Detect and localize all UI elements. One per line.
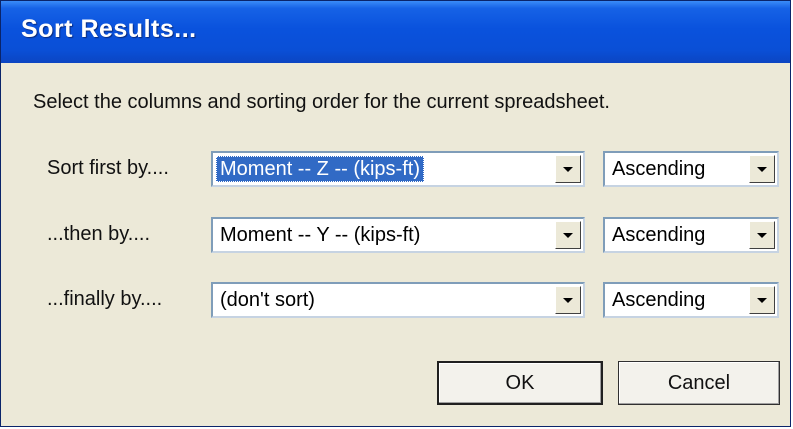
sort-first-order-select[interactable]: Ascending (603, 151, 779, 187)
finally-by-label: ...finally by.... (47, 288, 163, 310)
ok-button[interactable]: OK (437, 361, 603, 405)
sort-first-column-select[interactable]: Moment -- Z -- (kips-ft) (211, 151, 585, 187)
then-by-column-select[interactable]: Moment -- Y -- (kips-ft) (211, 217, 585, 253)
dropdown-arrow-icon[interactable] (749, 155, 775, 183)
then-by-order-value: Ascending (612, 224, 706, 246)
dropdown-arrow-icon[interactable] (555, 286, 581, 314)
finally-by-column-value: (don't sort) (220, 289, 315, 311)
dropdown-arrow-icon[interactable] (749, 221, 775, 249)
then-by-label: ...then by.... (47, 223, 151, 245)
finally-by-order-select[interactable]: Ascending (603, 282, 779, 318)
sort-first-column-value: Moment -- Z -- (kips-ft) (216, 156, 424, 182)
finally-by-column-select[interactable]: (don't sort) (211, 282, 585, 318)
then-by-column-value: Moment -- Y -- (kips-ft) (220, 224, 421, 246)
sort-first-label: Sort first by.... (47, 157, 169, 179)
sort-results-dialog: Sort Results... Select the columns and s… (0, 0, 791, 427)
instruction-text: Select the columns and sorting order for… (33, 91, 610, 113)
cancel-button[interactable]: Cancel (618, 361, 780, 405)
title-bar[interactable]: Sort Results... (1, 1, 790, 63)
dialog-title: Sort Results... (21, 15, 197, 43)
finally-by-order-value: Ascending (612, 289, 706, 311)
sort-first-order-value: Ascending (612, 158, 706, 180)
dropdown-arrow-icon[interactable] (555, 155, 581, 183)
dropdown-arrow-icon[interactable] (749, 286, 775, 314)
then-by-order-select[interactable]: Ascending (603, 217, 779, 253)
dropdown-arrow-icon[interactable] (555, 221, 581, 249)
